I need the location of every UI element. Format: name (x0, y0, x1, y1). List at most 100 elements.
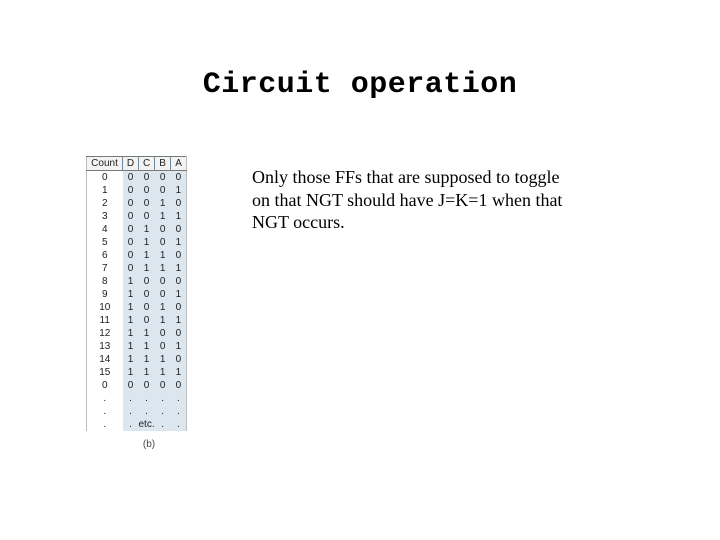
count-cell: 4 (87, 223, 123, 236)
count-cell: 2 (87, 197, 123, 210)
bit-cell: 0 (139, 197, 155, 210)
table-row: 151111 (87, 366, 187, 379)
bit-cell: 0 (171, 353, 187, 366)
bit-cell: 0 (155, 236, 171, 249)
table-row: 50101 (87, 236, 187, 249)
count-cell: 13 (87, 340, 123, 353)
slide-title: Circuit operation (0, 68, 720, 102)
bit-cell: 0 (155, 275, 171, 288)
bit-cell: etc. (139, 418, 155, 431)
table-row: ..... (87, 405, 187, 418)
bit-cell: 1 (171, 184, 187, 197)
bit-cell: 1 (139, 249, 155, 262)
bit-cell: 1 (123, 366, 139, 379)
bit-cell: . (171, 418, 187, 431)
bit-cell: . (171, 405, 187, 418)
bit-cell: 1 (171, 210, 187, 223)
bit-cell: 0 (139, 184, 155, 197)
bit-cell: . (155, 405, 171, 418)
bit-cell: 0 (123, 262, 139, 275)
truth-table-container: Count D C B A 00000100012001030011401005… (86, 156, 212, 450)
bit-cell: . (155, 392, 171, 405)
bit-cell: 0 (155, 184, 171, 197)
table-row: ..etc... (87, 418, 187, 431)
slide: Circuit operation Only those FFs that ar… (0, 0, 720, 540)
bit-cell: 1 (139, 327, 155, 340)
bit-cell: 0 (123, 184, 139, 197)
count-cell: 1 (87, 184, 123, 197)
bit-cell: 0 (171, 275, 187, 288)
table-row: 60110 (87, 249, 187, 262)
bit-cell: 0 (171, 223, 187, 236)
table-row: 131101 (87, 340, 187, 353)
table-row: 00000 (87, 379, 187, 392)
bit-cell: 0 (155, 379, 171, 392)
table-row: 121100 (87, 327, 187, 340)
bit-cell: 1 (171, 236, 187, 249)
bit-cell: 1 (139, 236, 155, 249)
bit-cell: 1 (123, 288, 139, 301)
bit-cell: 1 (155, 197, 171, 210)
bit-cell: 0 (139, 301, 155, 314)
bit-cell: 0 (123, 223, 139, 236)
count-cell: 6 (87, 249, 123, 262)
table-row: 00000 (87, 171, 187, 185)
bit-cell: 1 (155, 353, 171, 366)
table-row: 20010 (87, 197, 187, 210)
col-header-c: C (139, 157, 155, 171)
bit-cell: 1 (155, 249, 171, 262)
col-header-count: Count (87, 157, 123, 171)
bit-cell: 0 (171, 171, 187, 185)
bit-cell: 0 (155, 288, 171, 301)
bit-cell: 1 (123, 327, 139, 340)
bit-cell: . (139, 405, 155, 418)
bit-cell: 0 (155, 340, 171, 353)
bit-cell: . (123, 405, 139, 418)
bit-cell: 0 (171, 301, 187, 314)
bit-cell: 0 (171, 379, 187, 392)
table-caption: (b) (86, 439, 212, 450)
bit-cell: 1 (171, 366, 187, 379)
bit-cell: 1 (139, 353, 155, 366)
count-cell: 14 (87, 353, 123, 366)
truth-table-header-row: Count D C B A (87, 157, 187, 171)
bit-cell: 1 (155, 262, 171, 275)
table-row: ..... (87, 392, 187, 405)
bit-cell: 0 (171, 249, 187, 262)
bit-cell: 1 (139, 223, 155, 236)
count-cell: . (87, 418, 123, 431)
bit-cell: 0 (139, 288, 155, 301)
bit-cell: 1 (171, 340, 187, 353)
col-header-a: A (171, 157, 187, 171)
bit-cell: . (123, 392, 139, 405)
truth-table: Count D C B A 00000100012001030011401005… (86, 156, 187, 431)
count-cell: 8 (87, 275, 123, 288)
bit-cell: 1 (155, 366, 171, 379)
bit-cell: 1 (139, 340, 155, 353)
table-row: 81000 (87, 275, 187, 288)
table-row: 111011 (87, 314, 187, 327)
bit-cell: . (123, 418, 139, 431)
bit-cell: 1 (139, 262, 155, 275)
bit-cell: 0 (123, 379, 139, 392)
count-cell: 9 (87, 288, 123, 301)
bit-cell: 1 (155, 210, 171, 223)
bit-cell: 1 (139, 366, 155, 379)
bit-cell: 1 (123, 340, 139, 353)
count-cell: 12 (87, 327, 123, 340)
bit-cell: 1 (123, 314, 139, 327)
table-row: 30011 (87, 210, 187, 223)
bit-cell: 1 (155, 301, 171, 314)
table-row: 141110 (87, 353, 187, 366)
bit-cell: 1 (123, 275, 139, 288)
count-cell: . (87, 392, 123, 405)
bit-cell: . (155, 418, 171, 431)
count-cell: 0 (87, 379, 123, 392)
count-cell: 5 (87, 236, 123, 249)
col-header-d: D (123, 157, 139, 171)
table-row: 70111 (87, 262, 187, 275)
bit-cell: 0 (171, 197, 187, 210)
table-row: 10001 (87, 184, 187, 197)
count-cell: 15 (87, 366, 123, 379)
bit-cell: 0 (123, 210, 139, 223)
